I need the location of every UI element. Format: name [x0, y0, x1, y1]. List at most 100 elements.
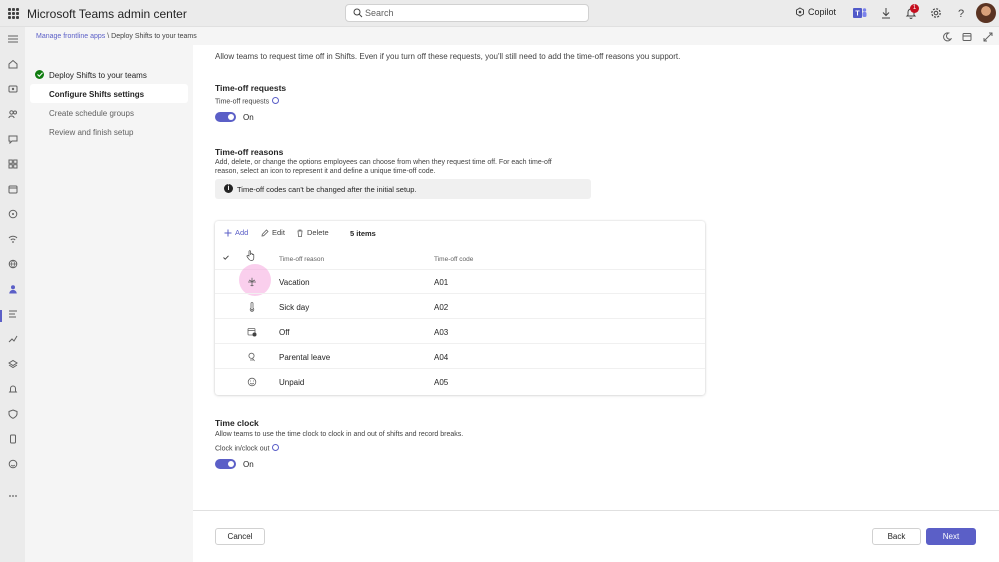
time-off-requests-heading: Time-off requests	[215, 83, 287, 93]
search-icon	[353, 8, 363, 18]
time-off-reasons-table: Add Edit Delete 5 items Time-off reason …	[215, 221, 705, 395]
reason-name: Vacation	[279, 278, 310, 287]
security-icon[interactable]	[7, 408, 18, 419]
home-icon[interactable]	[7, 58, 18, 69]
table-row[interactable]: Vacation A01	[215, 269, 705, 294]
info-icon[interactable]	[272, 444, 280, 451]
time-off-requests-toggle-label: On	[243, 113, 254, 122]
step-configure-shifts[interactable]: Configure Shifts settings	[49, 90, 144, 99]
download-icon[interactable]	[879, 6, 893, 20]
table-row[interactable]: Unpaid A05	[215, 369, 705, 394]
time-off-codes-notice: i Time-off codes can't be changed after …	[215, 179, 591, 199]
step-deploy-shifts[interactable]: Deploy Shifts to your teams	[49, 71, 147, 80]
users-icon[interactable]	[7, 108, 18, 119]
settings-icon[interactable]	[929, 6, 943, 20]
meetings-icon[interactable]	[7, 183, 18, 194]
time-clock-heading: Time clock	[215, 418, 259, 428]
feedback-icon[interactable]	[7, 458, 18, 469]
breadcrumb-separator: \	[107, 33, 110, 40]
reason-code: A04	[434, 353, 449, 362]
copilot-label: Copilot	[808, 7, 837, 17]
app-launcher-icon[interactable]	[8, 8, 19, 19]
help-icon[interactable]: ?	[954, 6, 968, 20]
expand-icon[interactable]	[982, 31, 993, 42]
apps-icon[interactable]	[7, 158, 18, 169]
info-icon[interactable]	[272, 97, 280, 104]
time-off-requests-toggle[interactable]	[215, 112, 236, 122]
org-settings-icon[interactable]	[7, 358, 18, 369]
time-clock-description: Allow teams to use the time clock to clo…	[215, 431, 464, 438]
airplane-icon[interactable]	[246, 276, 257, 287]
notification-badge: 1	[910, 4, 919, 13]
edit-button[interactable]: Edit	[261, 228, 285, 237]
select-all-checkmark-icon[interactable]	[223, 255, 229, 260]
reason-name: Parental leave	[279, 353, 331, 362]
info-filled-icon: i	[224, 184, 233, 193]
breadcrumb-current: Deploy Shifts to your teams	[111, 33, 197, 40]
svg-text:?: ?	[958, 8, 964, 19]
time-off-reasons-description: Add, delete, or change the options emplo…	[215, 159, 552, 175]
reason-name: Off	[279, 328, 290, 337]
column-header-code[interactable]: Time-off code	[434, 256, 473, 263]
locations-icon[interactable]	[7, 258, 18, 269]
search-box[interactable]: Search	[345, 4, 589, 22]
devices-icon[interactable]	[7, 433, 18, 444]
intro-text: Allow teams to request time off in Shift…	[215, 52, 681, 61]
clock-in-out-toggle-label: On	[243, 460, 254, 469]
breadcrumb: Manage frontline apps \ Deploy Shifts to…	[36, 33, 197, 40]
step-review-finish[interactable]: Review and finish setup	[49, 128, 134, 137]
column-header-reason[interactable]: Time-off reason	[279, 256, 324, 263]
smile-icon[interactable]	[246, 376, 257, 387]
svg-text:T: T	[855, 11, 860, 18]
add-button[interactable]: Add	[224, 228, 248, 237]
table-row[interactable]: Sick day A02	[215, 294, 705, 319]
add-button-label: Add	[235, 228, 249, 237]
clock-in-out-toggle[interactable]	[215, 459, 236, 469]
copilot-button[interactable]: Copilot	[795, 7, 836, 17]
left-rail	[0, 27, 25, 562]
notice-text: Time-off codes can't be changed after th…	[237, 185, 417, 194]
pencil-icon	[261, 228, 269, 236]
next-button[interactable]: Next	[926, 528, 976, 545]
messaging-icon[interactable]	[7, 208, 18, 219]
time-off-requests-label-row: Time-off requests	[215, 97, 280, 106]
reason-code: A03	[434, 328, 449, 337]
reason-code: A02	[434, 303, 449, 312]
teams-icon[interactable]: T	[853, 6, 867, 20]
calendar-off-icon[interactable]	[246, 326, 257, 337]
table-row[interactable]: Parental leave A04	[215, 344, 705, 369]
time-off-reasons-heading: Time-off reasons	[215, 147, 284, 157]
analytics-icon[interactable]	[7, 333, 18, 344]
voice-icon[interactable]	[7, 233, 18, 244]
cancel-button[interactable]: Cancel	[215, 528, 265, 545]
breadcrumb-parent-link[interactable]: Manage frontline apps	[36, 33, 105, 40]
step-create-schedule-groups[interactable]: Create schedule groups	[49, 109, 134, 118]
step-complete-icon	[35, 70, 44, 79]
baby-bottle-icon[interactable]	[246, 351, 257, 362]
avatar[interactable]	[976, 3, 996, 23]
edit-button-label: Edit	[272, 228, 285, 237]
app-title: Microsoft Teams admin center	[27, 7, 187, 21]
clock-in-out-label-row: Clock in/clock out	[215, 444, 280, 452]
chat-icon[interactable]	[7, 133, 18, 144]
theme-icon[interactable]	[941, 31, 952, 42]
delete-button[interactable]: Delete	[296, 228, 329, 237]
panel-icon[interactable]	[961, 31, 972, 42]
alerts-icon[interactable]	[7, 383, 18, 394]
more-icon[interactable]	[7, 490, 18, 501]
rail-active-indicator	[0, 310, 2, 322]
trash-icon	[297, 229, 303, 237]
wizard-steps-panel	[26, 27, 192, 562]
reason-code: A05	[434, 378, 449, 387]
time-off-requests-label: Time-off requests	[215, 98, 270, 106]
menu-icon[interactable]	[7, 33, 18, 44]
copilot-icon	[796, 7, 804, 17]
top-bar: Microsoft Teams admin center Search Copi…	[0, 0, 999, 27]
back-button[interactable]: Back	[872, 528, 921, 545]
thermometer-icon[interactable]	[246, 301, 257, 312]
policy-icon[interactable]	[7, 308, 18, 319]
dashboard-icon[interactable]	[7, 83, 18, 94]
table-row[interactable]: Off A03	[215, 319, 705, 344]
frontline-icon[interactable]	[7, 283, 18, 294]
plus-icon	[224, 229, 232, 236]
